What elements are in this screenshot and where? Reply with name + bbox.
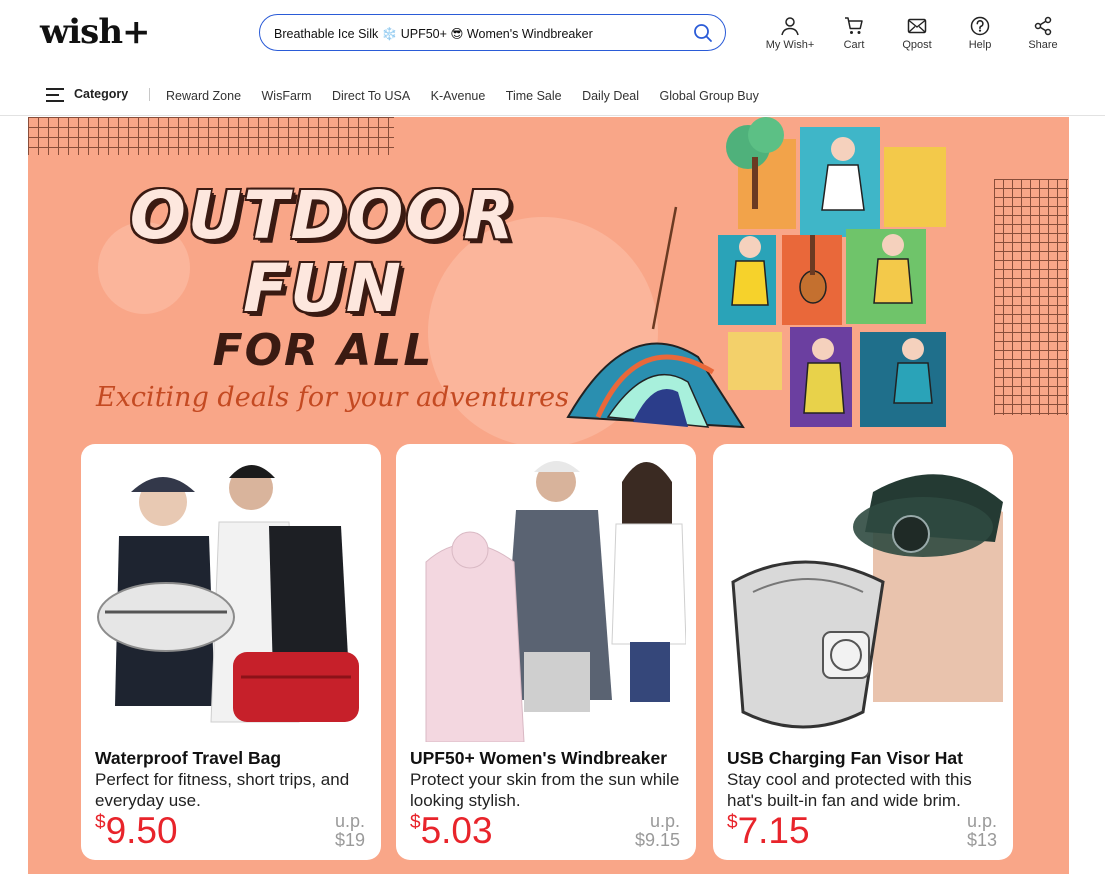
share-label: Share: [1028, 39, 1058, 51]
search-bar[interactable]: Breathable Ice Silk ❄️ UPF50+ 😎 Women's …: [259, 14, 726, 51]
product-price: $9.50: [95, 810, 178, 852]
nav-link-reward-zone[interactable]: Reward Zone: [166, 89, 241, 103]
price-currency: $: [727, 812, 738, 833]
up-price: $13: [966, 830, 997, 850]
menu-icon[interactable]: [46, 88, 64, 102]
header: wish+ Breathable Ice Silk ❄️ UPF50+ 😎 Wo…: [0, 0, 1105, 68]
windbreaker-photo: [406, 452, 686, 742]
search-icon[interactable]: [693, 23, 713, 43]
price-amount: 5.03: [420, 810, 493, 851]
nav-link-wisfarm[interactable]: WisFarm: [262, 89, 312, 103]
product-price: $7.15: [727, 810, 810, 852]
help-label: Help: [968, 39, 992, 51]
banner-headline: OUTDOOR FUN FOR ALL: [83, 179, 563, 377]
nav-link-global-group-buy[interactable]: Global Group Buy: [659, 89, 758, 103]
product-card[interactable]: UPF50+ Women's Windbreaker Protect your …: [396, 444, 696, 860]
nav-link-daily-deal[interactable]: Daily Deal: [582, 89, 639, 103]
up-label: u.p.: [966, 811, 997, 831]
headline-fun: FUN: [243, 250, 403, 327]
cart-button[interactable]: Cart: [824, 16, 884, 51]
qpost-button[interactable]: Qpost: [887, 16, 947, 51]
person-icon: [781, 17, 799, 36]
fan-visor-hat-photo: [723, 452, 1003, 742]
product-card[interactable]: Waterproof Travel Bag Perfect for fitnes…: [81, 444, 381, 860]
product-description: Perfect for fitness, short trips, and ev…: [95, 770, 350, 810]
search-input[interactable]: Breathable Ice Silk ❄️ UPF50+ 😎 Women's …: [274, 26, 593, 42]
category-nav: Category Reward Zone WisFarm Direct To U…: [0, 72, 1105, 116]
category-button[interactable]: Category: [74, 87, 128, 101]
grid-pattern: [28, 117, 394, 155]
my-wish-label: My Wish+: [765, 39, 815, 51]
up-label: u.p.: [334, 811, 365, 831]
qpost-label: Qpost: [902, 39, 932, 51]
grid-pattern: [994, 179, 1068, 415]
product-description: Stay cool and protected with this hat's …: [727, 770, 972, 810]
share-button[interactable]: Share: [1013, 16, 1073, 51]
cart-label: Cart: [843, 39, 865, 51]
outdoor-illustration: [566, 117, 946, 429]
price-currency: $: [95, 812, 106, 833]
price-currency: $: [410, 812, 421, 833]
share-icon: [1034, 16, 1052, 36]
nav-link-k-avenue[interactable]: K-Avenue: [431, 89, 486, 103]
original-price: u.p. $9.15: [635, 812, 680, 850]
product-title[interactable]: USB Charging Fan Visor Hat: [727, 748, 963, 769]
my-wish-button[interactable]: My Wish+: [760, 16, 820, 51]
promo-banner[interactable]: OUTDOOR FUN FOR ALL Exciting deals for y…: [28, 117, 1069, 874]
banner-tagline: Exciting deals for your adventures: [96, 382, 569, 413]
up-label: u.p.: [649, 811, 680, 831]
cart-icon: [845, 17, 863, 34]
product-description: Protect your skin from the sun while loo…: [410, 770, 680, 810]
product-title[interactable]: UPF50+ Women's Windbreaker: [410, 748, 667, 769]
nav-link-time-sale[interactable]: Time Sale: [506, 89, 562, 103]
product-price: $5.03: [410, 810, 493, 852]
nav-link-direct-to-usa[interactable]: Direct To USA: [332, 89, 410, 103]
original-price: u.p. $13: [967, 812, 997, 850]
wish-logo[interactable]: wish+: [40, 12, 151, 52]
product-card[interactable]: USB Charging Fan Visor Hat Stay cool and…: [713, 444, 1013, 860]
help-icon: [970, 16, 990, 36]
product-title[interactable]: Waterproof Travel Bag: [95, 748, 281, 769]
original-price: u.p. $19: [335, 812, 365, 850]
price-amount: 9.50: [105, 810, 178, 851]
headline-outdoor: OUTDOOR: [129, 177, 517, 254]
up-price: $9.15: [634, 830, 680, 850]
help-button[interactable]: Help: [950, 16, 1010, 51]
travel-bag-photo: [91, 452, 371, 742]
headline-for-all: FOR ALL: [212, 325, 434, 376]
envelope-icon: [907, 18, 927, 34]
nav-links: Reward Zone WisFarm Direct To USA K-Aven…: [166, 87, 775, 105]
price-amount: 7.15: [737, 810, 810, 851]
up-price: $19: [334, 830, 365, 850]
nav-divider: [149, 88, 150, 101]
